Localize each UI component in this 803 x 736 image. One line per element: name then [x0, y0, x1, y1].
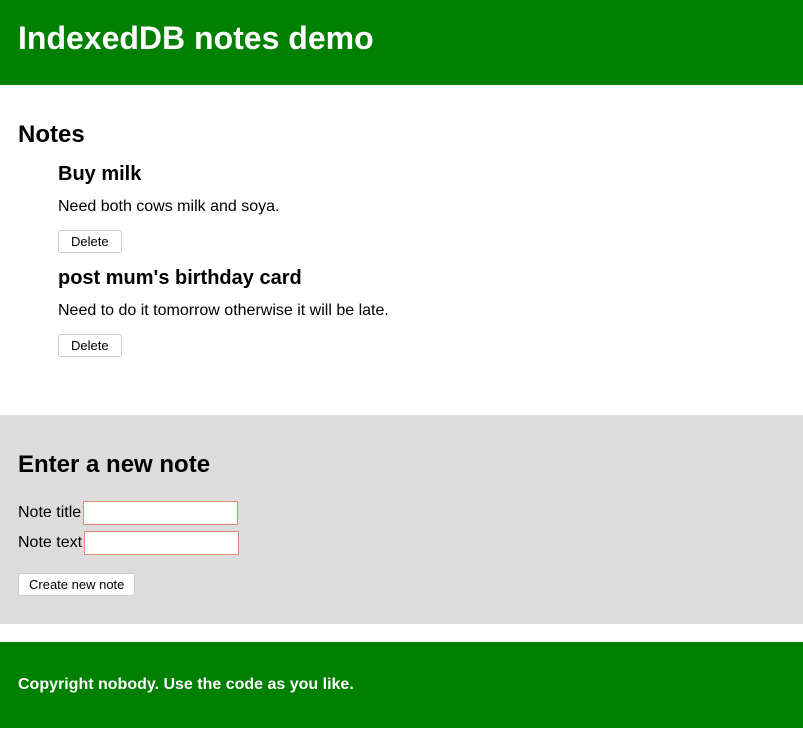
new-note-form-section: Enter a new note Note title Note text Cr… — [0, 415, 803, 624]
app-title: IndexedDB notes demo — [18, 20, 785, 57]
create-note-button[interactable]: Create new note — [18, 573, 135, 596]
form-row-text: Note text — [18, 531, 785, 555]
note-item: post mum's birthday card Need to do it t… — [58, 267, 785, 357]
note-item: Buy milk Need both cows milk and soya. D… — [58, 163, 785, 253]
note-text-label: Note text — [18, 534, 82, 552]
app-footer: Copyright nobody. Use the code as you li… — [0, 642, 803, 728]
notes-heading: Notes — [18, 121, 785, 149]
note-title-input[interactable] — [83, 501, 238, 525]
form-row-title: Note title — [18, 501, 785, 525]
notes-main: Notes Buy milk Need both cows milk and s… — [0, 85, 803, 397]
delete-button[interactable]: Delete — [58, 334, 122, 357]
note-title-label: Note title — [18, 504, 81, 522]
form-heading: Enter a new note — [18, 451, 785, 479]
note-body: Need both cows milk and soya. — [58, 198, 785, 216]
notes-list: Buy milk Need both cows milk and soya. D… — [18, 163, 785, 357]
note-title: post mum's birthday card — [58, 267, 785, 290]
note-body: Need to do it tomorrow otherwise it will… — [58, 302, 785, 320]
footer-text: Copyright nobody. Use the code as you li… — [18, 676, 785, 694]
delete-button[interactable]: Delete — [58, 230, 122, 253]
note-title: Buy milk — [58, 163, 785, 186]
note-text-input[interactable] — [84, 531, 239, 555]
app-header: IndexedDB notes demo — [0, 0, 803, 85]
